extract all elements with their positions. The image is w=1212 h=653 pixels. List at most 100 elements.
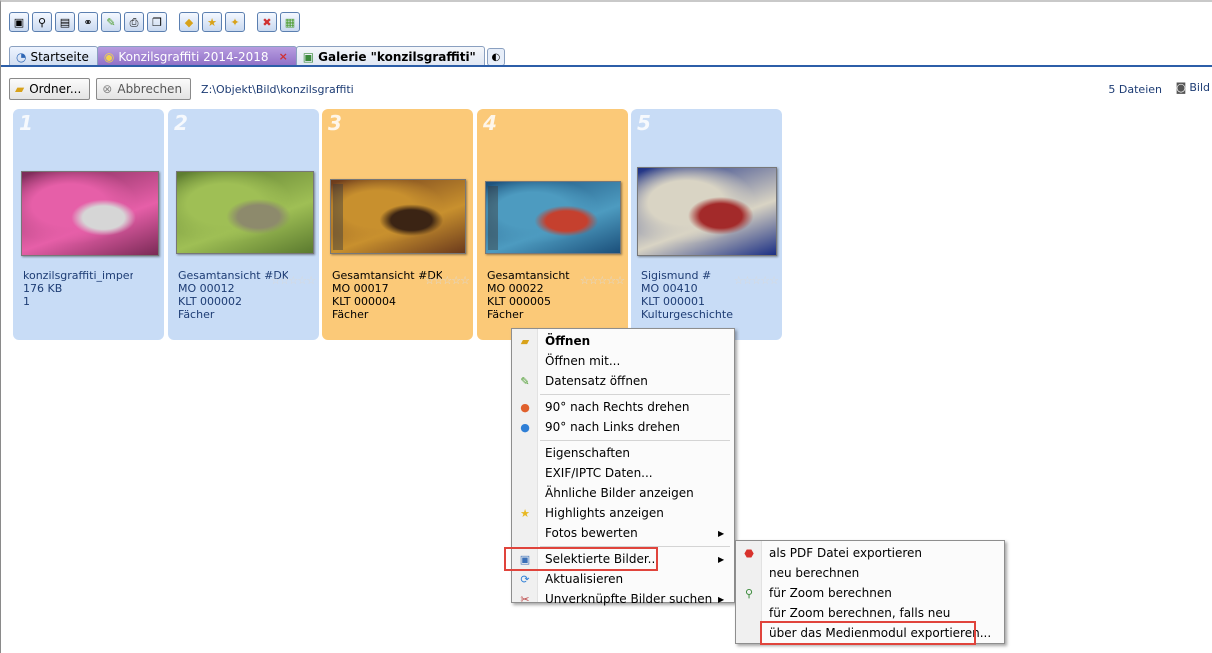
refresh-icon: ⟳: [520, 572, 530, 586]
print-icon[interactable]: ⎙: [124, 12, 144, 32]
menu-item-90-nach-rechts-drehen[interactable]: ● 90° nach Rechts drehen: [512, 397, 734, 417]
folder-button[interactable]: ▰ Ordner...: [9, 78, 91, 100]
menu-item-label: für Zoom berechnen, falls neu: [769, 606, 951, 620]
menu-item-label: für Zoom berechnen: [769, 586, 892, 600]
card-caption-line: KLT 000002: [178, 295, 243, 308]
menu-item-öffnen[interactable]: ▰ Öffnen: [512, 331, 734, 351]
camera-icon: ◙: [1175, 81, 1187, 94]
search-icon[interactable]: ⚲: [32, 12, 52, 32]
menu-item-label: Öffnen mit...: [545, 354, 621, 368]
home-icon: ◔: [16, 49, 27, 64]
unlink-icon: ✂: [520, 592, 530, 606]
gallery-card[interactable]: 2Gesamtansicht #DK #DMO 00012KLT 000002F…: [168, 109, 319, 340]
gallery-card[interactable]: 1konzilsgraffiti_imperia.jp176 KB1: [13, 109, 164, 340]
menu-item-label: Aktualisieren: [545, 572, 624, 586]
chevron-right-icon: ▶: [718, 554, 725, 564]
tab-label: Startseite: [30, 49, 89, 64]
folder-icon: ◉: [103, 49, 115, 64]
folder-add-icon[interactable]: ◆: [179, 12, 199, 32]
folder-new-icon[interactable]: ✦: [225, 12, 245, 32]
rating-stars[interactable]: ☆☆☆☆☆: [734, 274, 779, 287]
thumbnail-image[interactable]: [21, 171, 159, 256]
new-tab-icon[interactable]: ◐: [486, 48, 505, 66]
watermark: [488, 186, 498, 250]
menu-item-label: 90° nach Links drehen: [545, 420, 680, 434]
pdf-icon: ⬣: [744, 546, 754, 560]
thumbnail-image[interactable]: [637, 167, 777, 256]
card-caption-line: Fächer: [487, 308, 524, 321]
menu-item-öffnen-mit[interactable]: Öffnen mit...: [512, 351, 734, 371]
folder-path: Z:\Objekt\Bild\konzilsgraffiti: [201, 82, 354, 96]
card-number: 3: [328, 111, 342, 135]
rotate-right-icon: ●: [520, 400, 530, 414]
card-caption: konzilsgraffiti_imperia.jp176 KB1: [23, 269, 161, 308]
window-icon[interactable]: ▤: [55, 12, 75, 32]
menu-item-label: EXIF/IPTC Daten...: [545, 466, 653, 480]
rating-stars[interactable]: ☆☆☆☆☆: [271, 274, 316, 287]
delete-icon[interactable]: ✖: [257, 12, 277, 32]
cancel-button[interactable]: ⊗ Abbrechen: [96, 78, 192, 100]
pencil-icon: ✎: [520, 374, 530, 388]
tab-label: Konzilsgraffiti 2014-2018: [118, 49, 269, 64]
view-bild-button[interactable]: ◙ Bild: [1176, 81, 1210, 94]
gallery-card[interactable]: 4 Gesamtansicht MO 00022 KLT 000005 Fächer ☆☆…: [477, 109, 628, 340]
menu-item-label: Datensatz öffnen: [545, 374, 648, 388]
gallery-tab-icon: ▣: [302, 49, 315, 64]
menu-item-als-pdf-datei-exportieren[interactable]: ⬣ als PDF Datei exportieren: [736, 543, 1004, 563]
card-number: 4: [483, 111, 497, 135]
tab-startseite[interactable]: ◔ Startseite: [9, 46, 98, 66]
menu-item-unverknüpfte-bilder-suchen[interactable]: ✂ Unverknüpfte Bilder suchen ▶: [512, 589, 734, 609]
menu-item-fotos-bewerten[interactable]: Fotos bewerten ▶: [512, 523, 734, 543]
folder-button-label: Ordner...: [29, 82, 82, 96]
thumbnail-image[interactable]: [485, 181, 621, 254]
context-menu: ▰ Öffnen Öffnen mit... ✎ Datensatz öffnen ● 90…: [504, 328, 735, 606]
menu-item-label: Ähnliche Bilder anzeigen: [545, 486, 694, 500]
tree-icon[interactable]: ⚭: [78, 12, 98, 32]
gallery-card[interactable]: 3 Gesamtansicht #DK- MO 00017 KLT 000004 Fäc…: [322, 109, 473, 340]
menu-item-highlights-anzeigen[interactable]: ★ Highlights anzeigen: [512, 503, 734, 523]
menu-item-label: als PDF Datei exportieren: [769, 546, 923, 560]
path-bar: ▰ Ordner... ⊗ Abbrechen Z:\Objekt\Bild\k…: [9, 78, 354, 100]
menu-item-aktualisieren[interactable]: ⟳ Aktualisieren: [512, 569, 734, 589]
menu-item-label: Öffnen: [545, 334, 591, 348]
thumbnail-image[interactable]: [330, 179, 466, 254]
card-caption-line: 1: [23, 295, 30, 308]
save-icon[interactable]: ▣: [9, 12, 29, 32]
close-icon[interactable]: ×: [279, 50, 288, 63]
rating-stars[interactable]: ☆☆☆☆☆: [580, 274, 625, 287]
highlight-box: [504, 547, 658, 571]
view-bild-label: Bild: [1189, 81, 1210, 94]
folder-icon: ▰: [520, 334, 530, 348]
menu-item-ähnliche-bilder-anzeigen[interactable]: Ähnliche Bilder anzeigen: [512, 483, 734, 503]
gallery-card[interactable]: 5 Sigismund # MO 00410 KLT 000001 Kulturgesc…: [631, 109, 782, 340]
menu-item-neu-berechnen[interactable]: neu berechnen: [736, 563, 1004, 583]
card-caption-line: Fächer: [178, 308, 215, 321]
cancel-button-label: Abbrechen: [117, 82, 183, 96]
menu-item-für-zoom-berechnen-falls-neu[interactable]: für Zoom berechnen, falls neu: [736, 603, 1004, 623]
card-number: 2: [174, 111, 188, 135]
edit-icon[interactable]: ✎: [101, 12, 121, 32]
rating-stars[interactable]: ☆☆☆☆☆: [425, 274, 470, 287]
menu-item-90-nach-links-drehen[interactable]: ● 90° nach Links drehen: [512, 417, 734, 437]
copy-icon[interactable]: ❐: [147, 12, 167, 32]
thumbnail-image[interactable]: [176, 171, 314, 254]
tab-divider: [1, 65, 1212, 67]
card-caption-line: konzilsgraffiti_imperia.jp: [23, 269, 133, 282]
tab-konzilsgraffiti[interactable]: ◉ Konzilsgraffiti 2014-2018 ×: [96, 46, 297, 66]
highlight-box: [760, 621, 976, 645]
card-caption-line: Kulturgeschichte: [641, 308, 733, 321]
menu-item-exif-iptc-daten[interactable]: EXIF/IPTC Daten...: [512, 463, 734, 483]
folder-star-icon[interactable]: ★: [202, 12, 222, 32]
menu-item-label: Unverknüpfte Bilder suchen: [545, 592, 713, 606]
zoom-icon: ⚲: [744, 586, 754, 600]
toolbar: ▣ ⚲ ▤ ⚭ ✎ ⎙ ❐ ◆ ★ ✦ ✖ ▦: [9, 12, 300, 36]
gallery-icon[interactable]: ▦: [280, 12, 300, 32]
menu-item-eigenschaften[interactable]: Eigenschaften: [512, 443, 734, 463]
menu-item-für-zoom-berechnen[interactable]: ⚲ für Zoom berechnen: [736, 583, 1004, 603]
watermark: [333, 184, 343, 250]
menu-item-datensatz-öffnen[interactable]: ✎ Datensatz öffnen: [512, 371, 734, 391]
cancel-icon: ⊗: [102, 82, 113, 96]
tab-galerie[interactable]: ▣ Galerie "konzilsgraffiti": [295, 46, 485, 66]
card-caption-line: KLT 000004: [332, 295, 397, 308]
card-caption-line: KLT 000001: [641, 295, 706, 308]
